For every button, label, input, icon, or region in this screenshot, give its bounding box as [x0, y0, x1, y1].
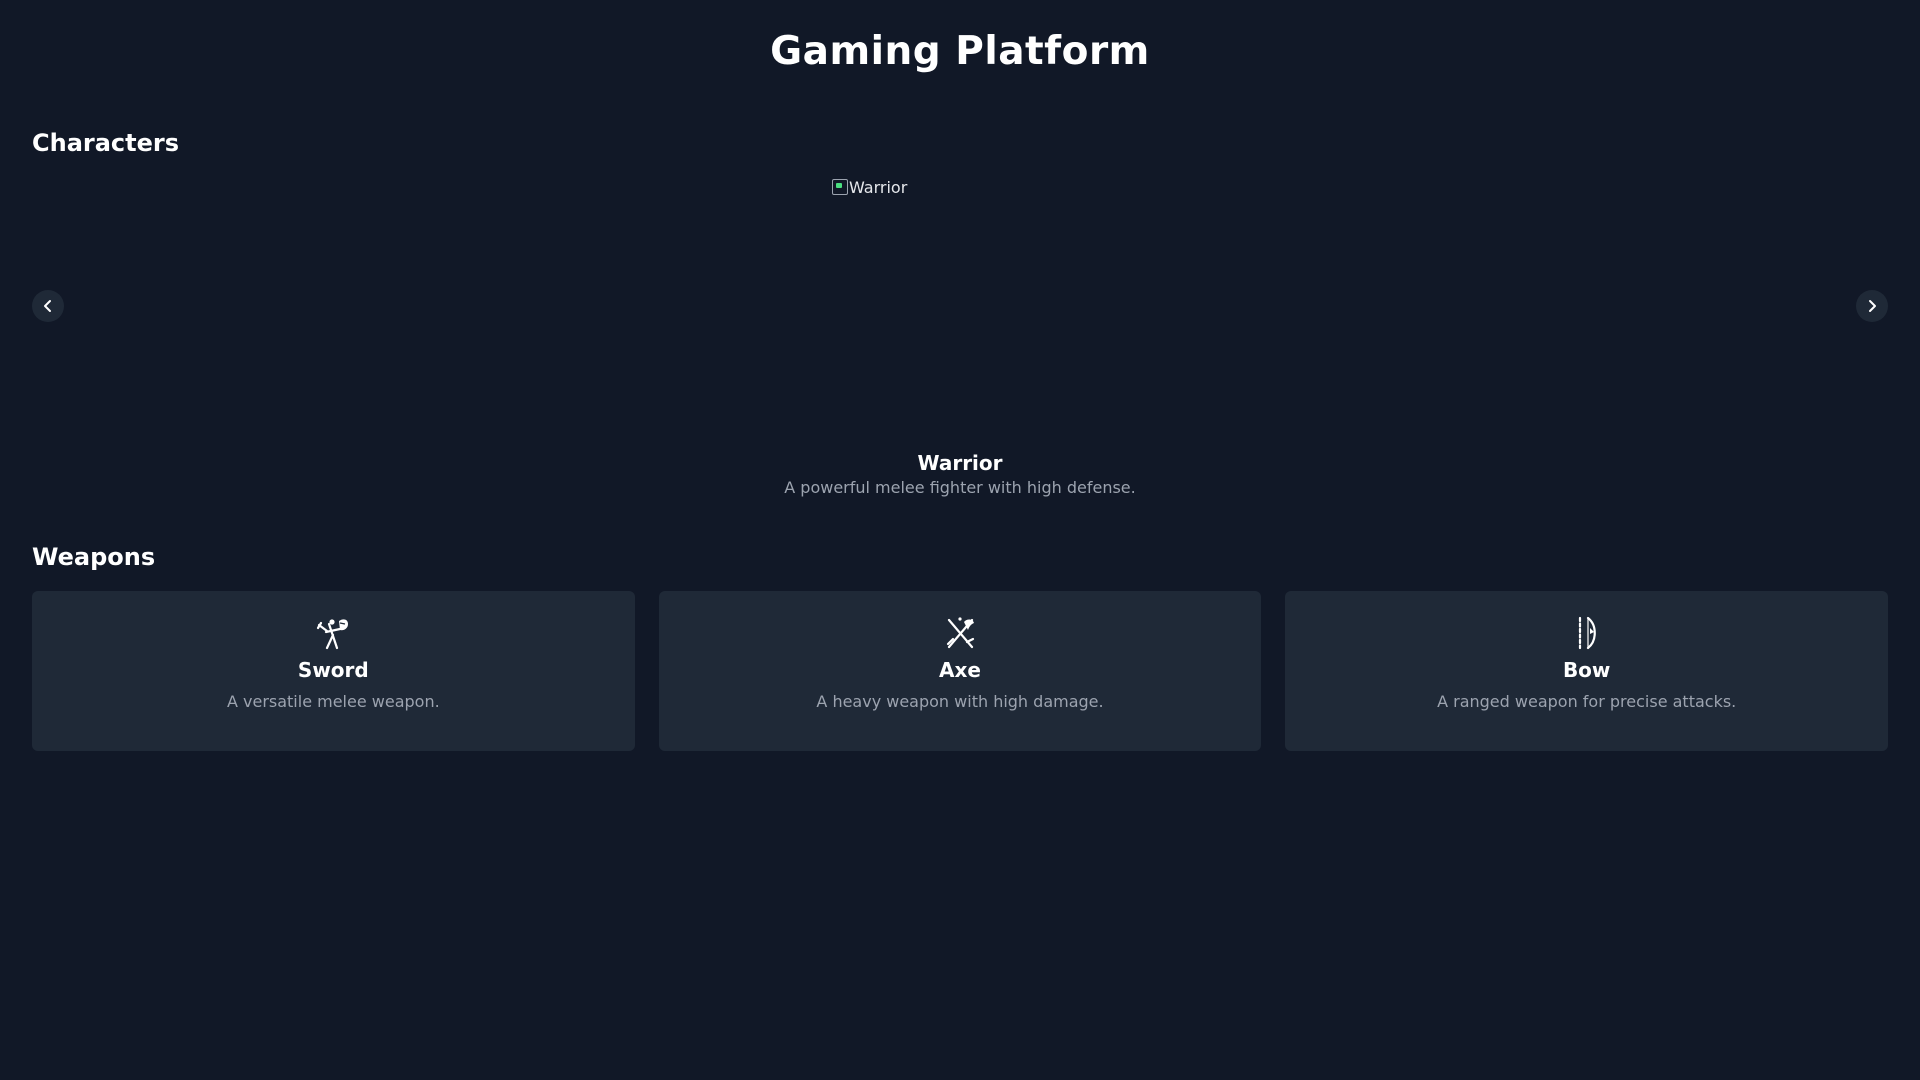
carousel-next-button[interactable] [1856, 290, 1888, 322]
character-image-alt: Warrior [849, 178, 908, 197]
page-title: Gaming Platform [770, 29, 1150, 74]
carousel-prev-button[interactable] [32, 290, 64, 322]
weapon-description: A versatile melee weapon. [226, 692, 440, 711]
weapon-name: Axe [939, 658, 981, 682]
broken-image-icon [832, 179, 848, 195]
character-info: Warrior A powerful melee fighter with hi… [32, 450, 1888, 500]
chevron-right-icon [1869, 300, 1876, 312]
character-carousel: Warrior [32, 174, 1888, 450]
bow-icon [1569, 615, 1605, 651]
axe-icon [942, 615, 978, 651]
weapon-name: Sword [297, 658, 369, 682]
weapon-card-axe[interactable]: Axe A heavy weapon with high damage. [658, 591, 1262, 751]
page: Gaming Platform Characters Warrior Warri… [0, 0, 1920, 1080]
weapon-description: A heavy weapon with high damage. [816, 692, 1104, 711]
weapons-grid: Sword A versatile melee weapon. Axe A he… [32, 591, 1889, 751]
chevron-left-icon [44, 300, 51, 312]
sword-icon [315, 615, 351, 651]
weapon-name: Bow [1562, 658, 1611, 682]
weapon-card-sword[interactable]: Sword A versatile melee weapon. [32, 591, 635, 751]
character-name: Warrior [917, 451, 1003, 475]
weapon-card-bow[interactable]: Bow A ranged weapon for precise attacks. [1285, 591, 1889, 751]
character-description: A powerful melee fighter with high defen… [784, 478, 1136, 497]
weapon-description: A ranged weapon for precise attacks. [1437, 692, 1737, 711]
characters-heading: Characters [32, 129, 180, 157]
weapons-heading: Weapons [32, 543, 156, 571]
character-image: Warrior [832, 178, 1088, 434]
